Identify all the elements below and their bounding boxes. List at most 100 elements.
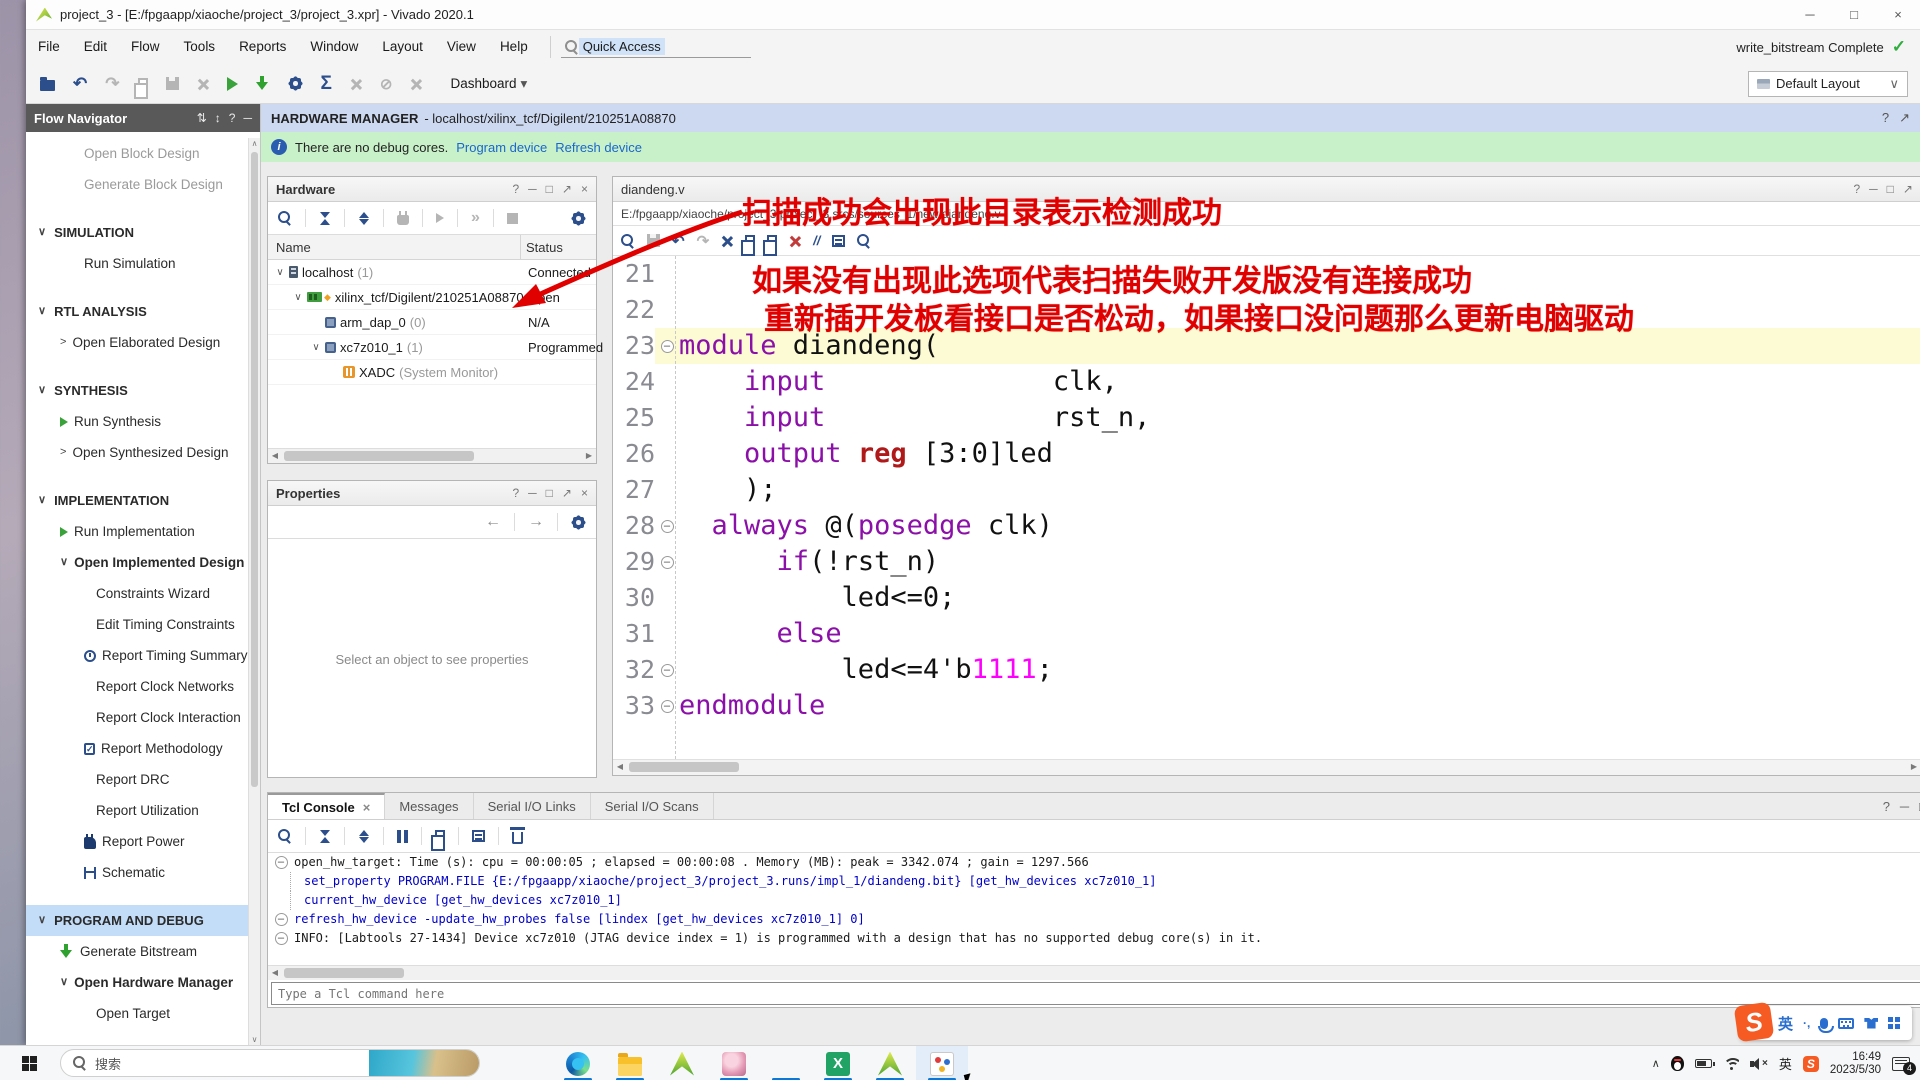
taskbar-app-task-view[interactable] — [500, 1046, 552, 1080]
tcl-command-input[interactable] — [271, 982, 1920, 1005]
settings-icon[interactable] — [288, 76, 303, 91]
float-icon[interactable]: ↗ — [1899, 110, 1910, 126]
code-editor-area[interactable]: 212223−module diandeng(24 input clk,25 i… — [613, 256, 1920, 759]
scrollbar-thumb[interactable] — [251, 152, 258, 787]
taskbar-app-vivado2[interactable] — [864, 1046, 916, 1080]
sogou-logo-icon[interactable]: S — [1734, 1002, 1775, 1043]
stop-icon[interactable] — [507, 213, 518, 224]
ime-mode-indicator[interactable]: 英 — [1778, 1013, 1793, 1034]
flow-item-open-target[interactable]: Open Target — [26, 998, 248, 1029]
generate-bitstream-icon[interactable] — [256, 76, 270, 92]
ime-toolbar[interactable]: S 英 ·, — [1740, 1006, 1912, 1040]
console-hscrollbar[interactable]: ◀ ▶ — [268, 965, 1920, 980]
hardware-row-xc7z010-1[interactable]: ∨xc7z010_1(1)Programmed — [268, 335, 596, 360]
flow-item-constraints-wizard[interactable]: Constraints Wizard — [26, 578, 248, 609]
punctuation-icon[interactable]: ·, — [1803, 1016, 1810, 1030]
hardware-row-arm-dap-0[interactable]: arm_dap_0(0)N/A — [268, 310, 596, 335]
tab-messages[interactable]: Messages — [385, 793, 473, 819]
taskbar-app-paint[interactable] — [916, 1046, 968, 1080]
skin-icon[interactable] — [1864, 1018, 1878, 1029]
redo-icon[interactable]: ↷ — [697, 232, 710, 250]
copy-icon[interactable] — [435, 830, 445, 842]
maximize-panel-icon[interactable]: □ — [546, 182, 553, 196]
delete-icon[interactable] — [789, 235, 801, 247]
close-panel-icon[interactable]: × — [581, 486, 588, 500]
flow-item-open-synthesized-design[interactable]: >Open Synthesized Design — [26, 437, 248, 468]
minimize-button[interactable]: ─ — [1788, 0, 1832, 30]
console-output[interactable]: −open_hw_target: Time (s): cpu = 00:00:0… — [268, 853, 1920, 953]
collapse-all-icon[interactable] — [319, 212, 331, 225]
flow-item-report-clock-interaction[interactable]: Report Clock Interaction — [26, 702, 248, 733]
scroll-right-icon[interactable]: ▶ — [582, 449, 596, 463]
collapse-all-icon[interactable]: ⇅ — [197, 111, 207, 125]
expander-icon[interactable]: ∨ — [274, 267, 286, 278]
battery-icon[interactable] — [1695, 1059, 1712, 1068]
menu-item-reports[interactable]: Reports — [227, 30, 298, 64]
hardware-hscrollbar[interactable]: ◀ ▶ — [268, 448, 596, 463]
clear-console-icon[interactable] — [512, 832, 523, 844]
minimize-panel-icon[interactable]: ─ — [1869, 182, 1878, 196]
float-icon[interactable]: ↗ — [1903, 182, 1913, 196]
scroll-right-icon[interactable]: ▶ — [1907, 760, 1920, 775]
column-name[interactable]: Name — [268, 240, 311, 255]
search-icon[interactable] — [621, 234, 635, 248]
program-device-link[interactable]: Program device — [456, 140, 547, 155]
run-all-icon[interactable]: » — [471, 209, 480, 227]
help-icon[interactable]: ? — [229, 111, 236, 125]
start-button[interactable] — [22, 1056, 37, 1071]
auto-connect-icon[interactable] — [397, 215, 409, 225]
quick-access[interactable]: Quick Access — [561, 36, 751, 58]
toggle-comment-icon[interactable]: // — [813, 233, 820, 248]
volume-muted-icon[interactable]: × — [1750, 1058, 1768, 1070]
save-icon[interactable] — [647, 234, 660, 247]
flow-navigator-scrollbar[interactable]: ∧ ∨ — [248, 138, 260, 1045]
notification-center-icon[interactable]: 4 — [1892, 1057, 1910, 1071]
word-wrap-icon[interactable] — [472, 830, 485, 842]
undo-icon[interactable]: ↶ — [73, 74, 87, 94]
scroll-down-icon[interactable]: ∨ — [249, 1035, 260, 1044]
close-button[interactable]: × — [1876, 0, 1920, 30]
sogou-tray-icon[interactable]: S — [1803, 1056, 1819, 1072]
flow-item-edit-timing-constraints[interactable]: Edit Timing Constraints — [26, 609, 248, 640]
flow-item-generate-block-design[interactable]: Generate Block Design — [26, 169, 248, 200]
redo-icon[interactable]: ↷ — [105, 74, 119, 94]
flow-item-run-simulation[interactable]: Run Simulation — [26, 248, 248, 279]
float-icon[interactable]: ↗ — [562, 182, 572, 196]
toggle-columns-icon[interactable] — [832, 235, 845, 247]
flow-item-report-power[interactable]: Report Power — [26, 826, 248, 857]
flow-item-generate-bitstream[interactable]: Generate Bitstream — [26, 936, 248, 967]
tab-serial-i-o-links[interactable]: Serial I/O Links — [474, 793, 591, 819]
cut-icon[interactable] — [721, 235, 733, 247]
paste-icon[interactable] — [767, 235, 777, 247]
flow-item-run-implementation[interactable]: Run Implementation — [26, 516, 248, 547]
help-icon[interactable]: ? — [1882, 110, 1889, 126]
maximize-button[interactable]: □ — [1832, 0, 1876, 30]
expand-all-icon[interactable] — [358, 212, 370, 225]
flow-item-report-drc[interactable]: Report DRC — [26, 764, 248, 795]
disabled-tool-icon-1[interactable] — [350, 78, 362, 90]
maximize-panel-icon[interactable]: □ — [546, 486, 553, 500]
minimize-panel-icon[interactable]: ─ — [243, 111, 252, 125]
run-icon[interactable] — [227, 77, 238, 91]
run-trigger-icon[interactable] — [436, 213, 444, 223]
menu-item-help[interactable]: Help — [488, 30, 540, 64]
scroll-left-icon[interactable]: ◀ — [268, 966, 282, 980]
column-status[interactable]: Status — [526, 240, 563, 255]
scroll-left-icon[interactable]: ◀ — [268, 449, 282, 463]
flow-item-report-utilization[interactable]: Report Utilization — [26, 795, 248, 826]
flow-item-schematic[interactable]: Schematic — [26, 857, 248, 888]
expander-icon[interactable]: ∨ — [292, 292, 304, 303]
qq-tray-icon[interactable] — [1671, 1056, 1684, 1071]
flow-section-simulation[interactable]: ∨SIMULATION — [26, 217, 248, 248]
hardware-row-localhost[interactable]: ∨localhost(1)Connected — [268, 260, 596, 285]
taskbar-app-qq-browser[interactable] — [760, 1046, 812, 1080]
editor-hscrollbar[interactable]: ◀ ▶ — [613, 759, 1920, 775]
report-sum-icon[interactable]: Σ — [321, 73, 332, 95]
voice-input-icon[interactable] — [1820, 1018, 1828, 1029]
scrollbar-thumb[interactable] — [629, 762, 739, 772]
help-icon[interactable]: ? — [512, 182, 519, 196]
menu-item-window[interactable]: Window — [298, 30, 370, 64]
scrollbar-thumb[interactable] — [284, 968, 404, 978]
expander-icon[interactable]: ∨ — [310, 342, 322, 353]
search-icon[interactable] — [278, 211, 292, 225]
